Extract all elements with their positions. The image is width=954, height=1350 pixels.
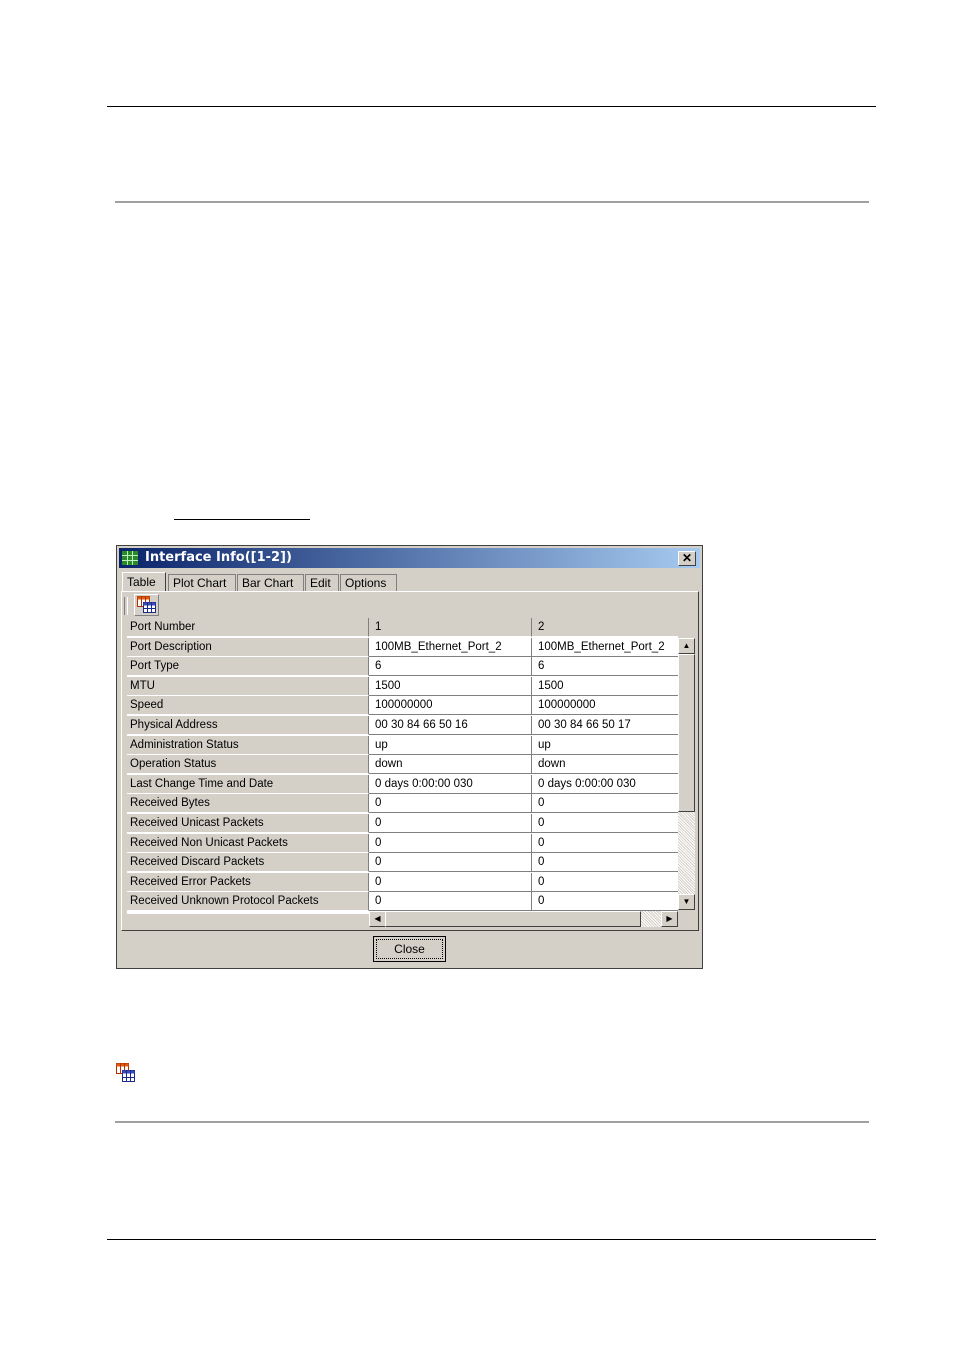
vertical-scrollbar[interactable]: ▲ ▼ [678, 638, 695, 910]
row-label: Received Unicast Packets [127, 814, 369, 833]
tab-bar-chart[interactable]: Bar Chart [237, 574, 304, 591]
table-header-row: Port Number 1 2 [127, 618, 678, 637]
table-icon [116, 1063, 135, 1082]
close-button[interactable]: Close [373, 936, 446, 962]
table-cell[interactable]: 0 [369, 892, 532, 912]
table-row[interactable]: Last Change Time and Date 0 days 0:00:00… [127, 774, 678, 794]
table-row[interactable]: Speed 100000000 100000000 [127, 696, 678, 716]
row-label: Received Non Unicast Packets [127, 833, 369, 853]
table-cell[interactable]: 0 [532, 833, 678, 853]
row-label: Operation Status [127, 755, 369, 775]
table-cell[interactable]: 0 [532, 794, 678, 814]
table-row[interactable]: Port Type 6 6 [127, 657, 678, 677]
link-underline [174, 519, 310, 520]
tab-table[interactable]: Table [122, 572, 166, 592]
table-row[interactable]: Operation Status down down [127, 755, 678, 775]
table-cell[interactable]: 0 [369, 814, 532, 833]
row-label: Received Error Packets [127, 872, 369, 892]
table-cell[interactable]: up [369, 735, 532, 755]
row-label: Administration Status [127, 735, 369, 755]
table-cell[interactable]: 100000000 [532, 696, 678, 716]
table-cell[interactable]: 0 [532, 892, 678, 912]
row-label: Port Type [127, 657, 369, 677]
vertical-scroll-thumb[interactable] [678, 654, 695, 812]
table-cell[interactable]: 00 30 84 66 50 16 [369, 716, 532, 735]
table-cell[interactable]: 6 [532, 657, 678, 677]
scroll-up-icon[interactable]: ▲ [678, 638, 695, 654]
tab-edit[interactable]: Edit [305, 574, 339, 591]
section-top-rule [115, 201, 869, 203]
table-cell[interactable]: 0 [369, 794, 532, 814]
table-cell[interactable]: 0 days 0:00:00 030 [532, 774, 678, 794]
row-label: Last Change Time and Date [127, 774, 369, 794]
table-cell[interactable]: 1500 [532, 676, 678, 696]
page-footer-rule [107, 1239, 876, 1240]
horizontal-scroll-thumb[interactable] [385, 911, 641, 927]
row-label: Received Bytes [127, 794, 369, 814]
row-label: Received Unknown Protocol Packets [127, 892, 369, 912]
table-cell[interactable]: down [369, 755, 532, 775]
toolbar-separator [124, 597, 128, 615]
interface-info-table: Port Number 1 2 Port Description 100MB_E… [127, 618, 678, 914]
table-cell[interactable]: 100MB_Ethernet_Port_2 [532, 637, 678, 657]
table-icon [137, 596, 156, 613]
table-row[interactable]: Received Bytes 0 0 [127, 794, 678, 814]
dialog-titlebar[interactable]: Interface Info([1-2]) ✕ [119, 548, 700, 568]
table-cell[interactable]: 100000000 [369, 696, 532, 716]
table-cell[interactable]: 100MB_Ethernet_Port_2 [369, 637, 532, 657]
table-cell[interactable]: 0 [532, 853, 678, 873]
row-label: MTU [127, 676, 369, 696]
table-row[interactable]: Port Description 100MB_Ethernet_Port_2 1… [127, 637, 678, 657]
row-label: Physical Address [127, 716, 369, 735]
page-header-rule [107, 106, 876, 107]
close-button-label: Close [376, 939, 443, 959]
table-row[interactable]: MTU 1500 1500 [127, 676, 678, 696]
table-cell[interactable]: 6 [369, 657, 532, 677]
table-row[interactable]: Received Error Packets 0 0 [127, 872, 678, 892]
table-cell[interactable]: up [532, 735, 678, 755]
column-header-2[interactable]: 2 [532, 618, 678, 637]
section-bottom-rule [115, 1121, 869, 1123]
table-cell[interactable]: 00 30 84 66 50 17 [532, 716, 678, 735]
column-header-1[interactable]: 1 [369, 618, 532, 637]
tab-options[interactable]: Options [340, 574, 397, 591]
header-label-cell: Port Number [127, 618, 369, 637]
scroll-down-icon[interactable]: ▼ [678, 894, 695, 910]
table-row[interactable]: Physical Address 00 30 84 66 50 16 00 30… [127, 716, 678, 735]
table-cell[interactable]: 0 [369, 833, 532, 853]
table-cell[interactable]: 0 [369, 853, 532, 873]
table-grid-icon [122, 551, 138, 565]
table-cell[interactable]: down [532, 755, 678, 775]
table-row[interactable]: Received Discard Packets 0 0 [127, 853, 678, 873]
interface-info-dialog: Interface Info([1-2]) ✕ Table Plot Chart… [116, 545, 703, 969]
table-cell[interactable]: 0 days 0:00:00 030 [369, 774, 532, 794]
table-row[interactable]: Received Unknown Protocol Packets 0 0 [127, 892, 678, 912]
dialog-title: Interface Info([1-2]) [145, 550, 292, 565]
table-view-button[interactable] [134, 594, 159, 616]
close-icon[interactable]: ✕ [678, 551, 696, 566]
row-label: Speed [127, 696, 369, 716]
row-label: Port Description [127, 637, 369, 657]
tab-plot-chart[interactable]: Plot Chart [168, 574, 236, 591]
scroll-right-icon[interactable]: ▶ [661, 911, 678, 927]
scroll-left-icon[interactable]: ◀ [369, 911, 386, 927]
horizontal-scrollbar[interactable]: ◀ ▶ [369, 911, 678, 927]
table-cell[interactable]: 0 [532, 814, 678, 833]
row-label: Received Discard Packets [127, 853, 369, 873]
table-row[interactable]: Administration Status up up [127, 735, 678, 755]
table-row[interactable]: Received Unicast Packets 0 0 [127, 814, 678, 833]
table-row[interactable]: Received Non Unicast Packets 0 0 [127, 833, 678, 853]
table-cell[interactable]: 1500 [369, 676, 532, 696]
table-cell[interactable]: 0 [369, 872, 532, 892]
table-cell[interactable]: 0 [532, 872, 678, 892]
